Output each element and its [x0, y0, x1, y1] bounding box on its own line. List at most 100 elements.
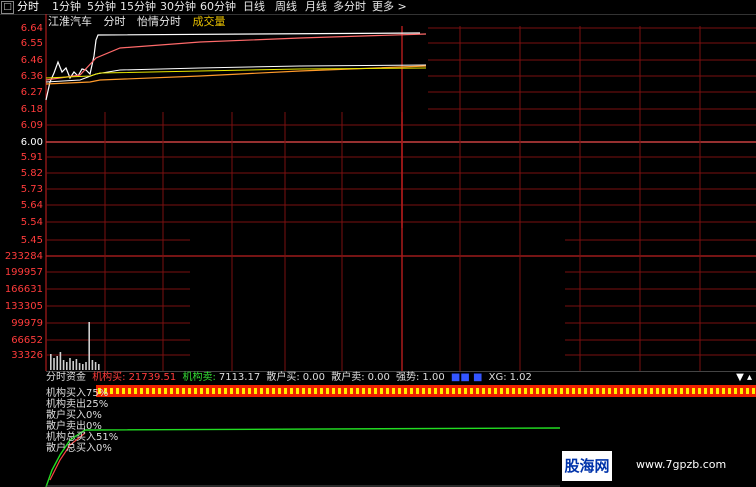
heat-cell [200, 388, 203, 394]
volume-axis-label: 199957 [4, 267, 43, 278]
heat-cell [686, 388, 689, 394]
volume-axis-label: 66652 [11, 335, 43, 346]
fund-ratio-label: 散户买入0% [46, 410, 102, 421]
heat-cell [488, 388, 491, 394]
fund-ratio-label: 机构总买入51% [46, 432, 119, 443]
blue-marker: ■■ ■ [450, 372, 483, 383]
heat-cell [302, 388, 305, 394]
heat-cell [272, 388, 275, 394]
volume-bar [53, 358, 55, 370]
xg-value: 1.02 [509, 372, 532, 383]
heat-cell [248, 388, 251, 394]
fund-ratio-label: 散户卖出0% [46, 421, 102, 432]
heat-cell [434, 388, 437, 394]
watermark-logo: 股海网 [562, 451, 612, 481]
watermark-site: www.7gpzb.com [636, 458, 727, 471]
heat-cell [446, 388, 449, 394]
heat-cell [494, 388, 497, 394]
heat-cell [170, 388, 173, 394]
fund-ratio-label: 机构卖出25% [46, 399, 109, 410]
heat-cell [698, 388, 701, 394]
heat-cell [452, 388, 455, 394]
heat-cell [578, 388, 581, 394]
heat-cell [380, 388, 383, 394]
heat-cell [644, 388, 647, 394]
strength-label: 强势: [396, 372, 420, 383]
heat-cell [350, 388, 353, 394]
volume-axis: 233284 199957 166631 133305 99979 66652 33326 [0, 14, 46, 371]
heat-cell [554, 388, 557, 394]
heat-cell [548, 388, 551, 394]
heat-cell [614, 388, 617, 394]
heat-cell [500, 388, 503, 394]
heat-cell [674, 388, 677, 394]
yellow-line [45, 67, 427, 79]
volume-bar [88, 322, 90, 370]
inst-buy-value: 21739.51 [128, 372, 177, 383]
heat-cell [650, 388, 653, 394]
heat-cell [680, 388, 683, 394]
heat-cell [716, 388, 719, 394]
heat-cell [428, 388, 431, 394]
volume-bar [72, 361, 74, 370]
heat-cell [176, 388, 179, 394]
retail-buy-value: 0.00 [302, 372, 326, 383]
collapse-icon[interactable]: ▼ ▴ [736, 372, 752, 383]
fund-title[interactable]: 分时资金 [46, 372, 86, 383]
heat-cell [314, 388, 317, 394]
heat-cell [572, 388, 575, 394]
volume-bar [66, 362, 68, 370]
volume-bar [69, 358, 71, 370]
heat-cell [704, 388, 707, 394]
heat-cell [512, 388, 515, 394]
heat-cell [524, 388, 527, 394]
heat-cell [656, 388, 659, 394]
heat-cell [260, 388, 263, 394]
volume-axis-label: 133305 [4, 301, 43, 312]
volume-axis-label: 233284 [4, 251, 43, 262]
volume-bar [75, 359, 78, 370]
volume-bar [82, 364, 84, 370]
heat-cell [566, 388, 569, 394]
heat-cell [422, 388, 425, 394]
heat-cell [734, 388, 737, 394]
heat-cell [476, 388, 479, 394]
volume-axis-label: 166631 [4, 284, 43, 295]
retail-sell-value: 0.00 [367, 372, 390, 383]
heat-cell [746, 388, 749, 394]
fund-green-line [45, 427, 561, 487]
heat-cell [398, 388, 401, 394]
heat-cell [152, 388, 155, 394]
heat-cell [290, 388, 293, 394]
volume-bar [98, 364, 100, 370]
heat-cell [662, 388, 665, 394]
volume-bar [59, 352, 62, 370]
volume-label: 成交量 [192, 15, 226, 28]
heat-cell [470, 388, 473, 394]
heat-cell [188, 388, 191, 394]
inst-sell-label: 机构卖: [182, 372, 216, 383]
heat-cell [602, 388, 605, 394]
heat-cell [344, 388, 347, 394]
volume-bar [94, 362, 97, 370]
heat-cell [164, 388, 167, 394]
heat-cell [710, 388, 713, 394]
heat-cell [326, 388, 329, 394]
heat-cell [320, 388, 323, 394]
heat-cell [752, 388, 755, 394]
heat-cell [122, 388, 125, 394]
heat-cell [230, 388, 233, 394]
retail-sell-label: 散户卖: [331, 372, 365, 383]
heat-cell [224, 388, 227, 394]
volume-bar [62, 360, 65, 370]
heat-cell [638, 388, 641, 394]
indicator-name[interactable]: 怡情分时 [137, 15, 181, 28]
volume-axis-label: 33326 [11, 350, 43, 361]
volume-bar [85, 362, 87, 370]
heat-cell [362, 388, 365, 394]
heat-cell [692, 388, 695, 394]
heat-cell [596, 388, 599, 394]
heat-cell [584, 388, 587, 394]
heat-cell [146, 388, 149, 394]
price-line [45, 32, 421, 101]
